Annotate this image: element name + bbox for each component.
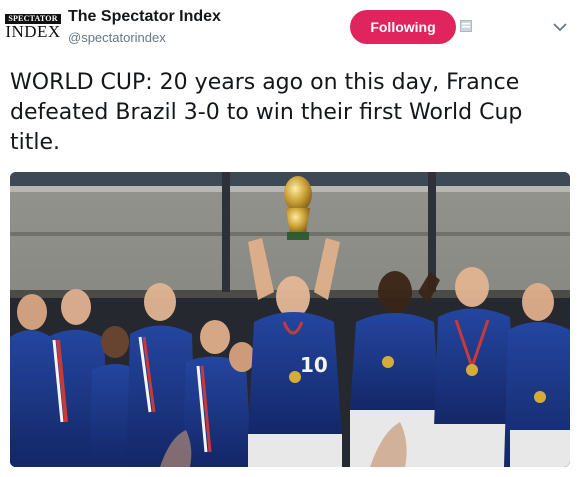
- tweet-photo[interactable]: 10: [10, 172, 570, 467]
- jersey-number: 10: [300, 353, 328, 377]
- avatar[interactable]: SPECTATOR INDEX: [5, 12, 61, 44]
- avatar-text-bottom: INDEX: [5, 22, 61, 41]
- tweet-text: WORLD CUP: 20 years ago on this day, Fra…: [10, 70, 523, 155]
- tweet-header: SPECTATOR INDEX The Spectator Index @spe…: [0, 0, 579, 60]
- following-button[interactable]: Following: [350, 10, 456, 44]
- bookmark-icon[interactable]: [460, 20, 472, 32]
- display-name[interactable]: The Spectator Index: [68, 8, 221, 26]
- chevron-down-icon[interactable]: [553, 22, 567, 32]
- photo-illustration: 10: [10, 172, 570, 467]
- account-handle[interactable]: @spectatorindex: [68, 30, 166, 45]
